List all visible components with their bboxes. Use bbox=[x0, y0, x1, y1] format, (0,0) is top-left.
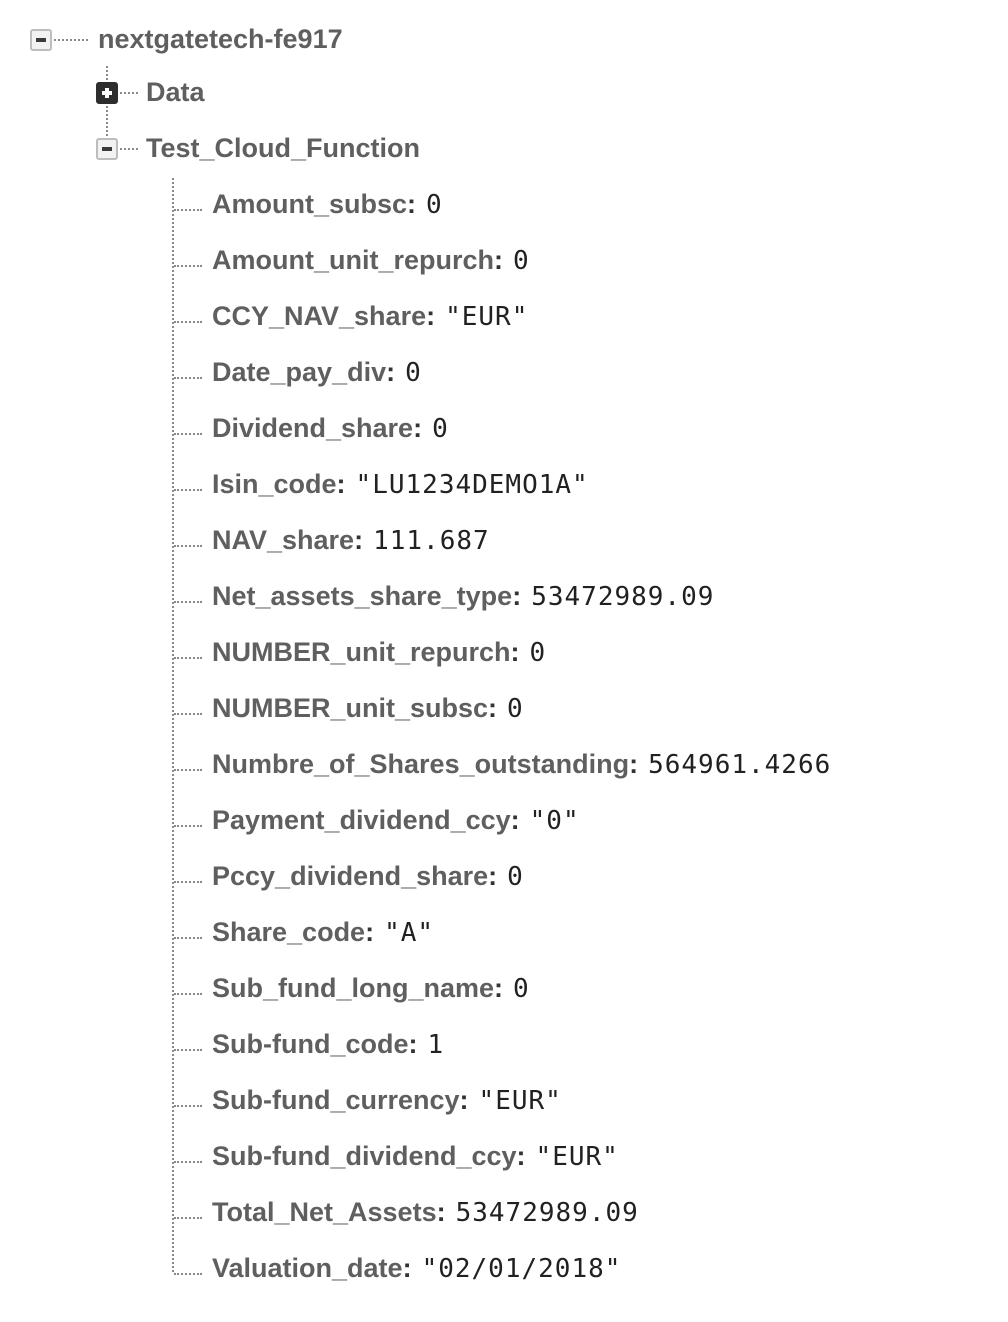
field-key: Sub_fund_long_name bbox=[212, 973, 495, 1003]
field-row[interactable]: Net_assets_share_type: 53472989.09 bbox=[174, 579, 714, 613]
field-key: Valuation_date bbox=[212, 1253, 403, 1283]
field-row[interactable]: Amount_subsc: 0 bbox=[174, 187, 443, 221]
field-value[interactable]: "02/01/2018" bbox=[422, 1254, 622, 1284]
field-key: Pccy_dividend_share bbox=[212, 861, 489, 891]
field-value[interactable]: 0 bbox=[507, 862, 524, 892]
field-row[interactable]: Payment_dividend_ccy: "0" bbox=[174, 803, 580, 837]
field-key: Date_pay_div bbox=[212, 357, 387, 387]
field-value[interactable]: 0 bbox=[426, 190, 443, 220]
field-row[interactable]: Date_pay_div: 0 bbox=[174, 355, 422, 389]
field-value[interactable]: "EUR" bbox=[479, 1086, 562, 1116]
field-value[interactable]: "0" bbox=[530, 806, 580, 836]
field-row[interactable]: NUMBER_unit_repurch: 0 bbox=[174, 635, 547, 669]
field-row[interactable]: Isin_code: "LU1234DEMO1A" bbox=[174, 467, 589, 501]
field-row[interactable]: Sub-fund_code: 1 bbox=[174, 1027, 445, 1061]
field-key: Amount_unit_repurch bbox=[212, 245, 495, 275]
test-cloud-function-node-label[interactable]: Test_Cloud_Function bbox=[146, 131, 420, 165]
field-row[interactable]: NAV_share: 111.687 bbox=[174, 523, 490, 557]
field-value[interactable]: 0 bbox=[432, 414, 449, 444]
field-key: Sub-fund_code bbox=[212, 1029, 409, 1059]
field-value[interactable]: 0 bbox=[513, 974, 530, 1004]
field-row[interactable]: NUMBER_unit_subsc: 0 bbox=[174, 691, 524, 725]
field-row[interactable]: Sub-fund_currency: "EUR" bbox=[174, 1083, 562, 1117]
root-collapse-icon[interactable] bbox=[30, 29, 52, 51]
field-value[interactable]: 111.687 bbox=[373, 526, 490, 556]
field-key: NUMBER_unit_subsc bbox=[212, 693, 489, 723]
test-cloud-function-collapse-icon[interactable] bbox=[96, 138, 118, 160]
root-connector bbox=[54, 39, 88, 41]
field-row[interactable]: Total_Net_Assets: 53472989.09 bbox=[174, 1195, 639, 1229]
field-value[interactable]: 53472989.09 bbox=[456, 1198, 639, 1228]
field-row[interactable]: Valuation_date: "02/01/2018" bbox=[174, 1251, 622, 1285]
field-key: NUMBER_unit_repurch bbox=[212, 637, 511, 667]
field-row[interactable]: Pccy_dividend_share: 0 bbox=[174, 859, 524, 893]
field-key: Sub-fund_currency bbox=[212, 1085, 460, 1115]
field-value[interactable]: "EUR" bbox=[445, 302, 528, 332]
field-key: Share_code bbox=[212, 917, 366, 947]
field-row[interactable]: Numbre_of_Shares_outstanding: 564961.4266 bbox=[174, 747, 831, 781]
field-value[interactable]: 0 bbox=[405, 358, 422, 388]
field-key: Amount_subsc bbox=[212, 189, 408, 219]
data-expand-icon[interactable] bbox=[96, 82, 118, 104]
field-row[interactable]: Sub-fund_dividend_ccy: "EUR" bbox=[174, 1139, 619, 1173]
field-value[interactable]: "A" bbox=[384, 918, 434, 948]
field-row[interactable]: Sub_fund_long_name: 0 bbox=[174, 971, 530, 1005]
field-row[interactable]: Share_code: "A" bbox=[174, 915, 434, 949]
data-connector bbox=[120, 92, 138, 94]
field-key: Net_assets_share_type bbox=[212, 581, 513, 611]
field-value[interactable]: 1 bbox=[428, 1030, 445, 1060]
field-value[interactable]: 0 bbox=[513, 246, 530, 276]
field-key: Isin_code bbox=[212, 469, 337, 499]
field-value[interactable]: 0 bbox=[530, 638, 547, 668]
field-row[interactable]: Dividend_share: 0 bbox=[174, 411, 449, 445]
field-value[interactable]: 564961.4266 bbox=[648, 750, 831, 780]
field-value[interactable]: 53472989.09 bbox=[531, 582, 714, 612]
field-key: Numbre_of_Shares_outstanding bbox=[212, 749, 630, 779]
field-value[interactable]: 0 bbox=[507, 694, 524, 724]
field-value[interactable]: "LU1234DEMO1A" bbox=[356, 470, 589, 500]
field-row[interactable]: CCY_NAV_share: "EUR" bbox=[174, 299, 528, 333]
field-value[interactable]: "EUR" bbox=[536, 1142, 619, 1172]
root-node-label[interactable]: nextgatetech-fe917 bbox=[98, 22, 343, 56]
field-key: Sub-fund_dividend_ccy bbox=[212, 1141, 517, 1171]
test-cloud-function-connector bbox=[120, 148, 138, 150]
data-node-label[interactable]: Data bbox=[146, 75, 205, 109]
fields-connector bbox=[172, 178, 174, 1272]
field-key: Total_Net_Assets bbox=[212, 1197, 437, 1227]
field-row[interactable]: Amount_unit_repurch: 0 bbox=[174, 243, 530, 277]
field-key: Dividend_share bbox=[212, 413, 414, 443]
field-key: NAV_share bbox=[212, 525, 355, 555]
field-key: Payment_dividend_ccy bbox=[212, 805, 511, 835]
field-key: CCY_NAV_share bbox=[212, 301, 427, 331]
database-tree: nextgatetech-fe917 Data Test_Cloud_Funct… bbox=[0, 0, 1008, 1322]
